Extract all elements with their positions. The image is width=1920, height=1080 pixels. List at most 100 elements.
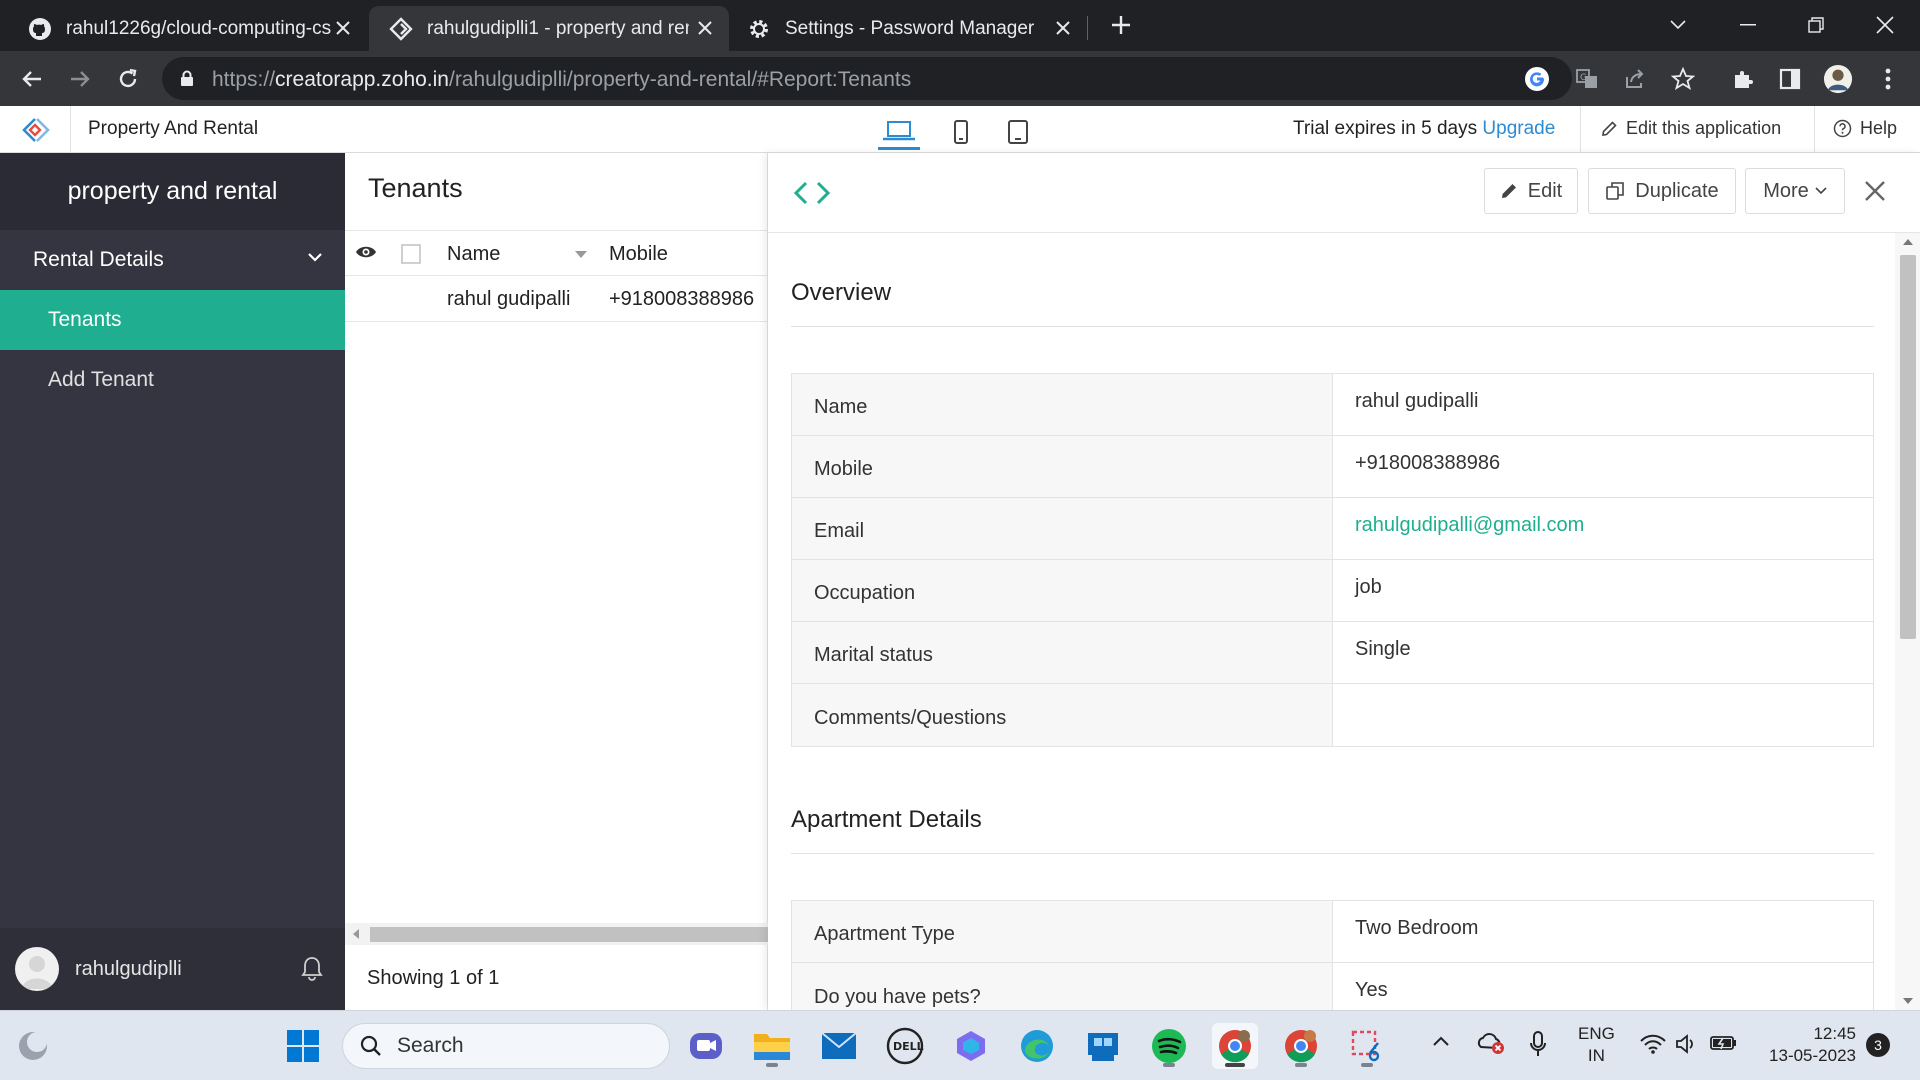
snipping-tool-icon[interactable] (1344, 1023, 1390, 1069)
close-tab-icon[interactable] (333, 18, 353, 38)
notification-badge[interactable]: 3 (1866, 1033, 1890, 1057)
column-header-mobile[interactable]: Mobile (609, 243, 668, 266)
browser-tab-github[interactable]: rahul1226g/cloud-computing-cs (0, 6, 367, 51)
field-label: Apartment Type (792, 901, 1333, 962)
chrome-icon[interactable] (1212, 1023, 1258, 1069)
copilot-icon[interactable] (948, 1023, 994, 1069)
detail-header: Edit Duplicate More (768, 153, 1920, 233)
field-row-email: Email rahulgudipalli@gmail.com (792, 498, 1873, 560)
field-value: rahul gudipalli (1355, 390, 1479, 412)
edge-browser-icon[interactable] (1014, 1023, 1060, 1069)
sidebar-item-tenants[interactable]: Tenants (0, 290, 345, 350)
volume-icon[interactable] (1675, 1033, 1697, 1055)
select-all-checkbox[interactable] (401, 244, 421, 264)
report-title: Tenants (368, 173, 463, 203)
close-icon[interactable] (1864, 180, 1886, 202)
wifi-icon[interactable] (1640, 1034, 1666, 1054)
share-icon[interactable] (1620, 64, 1650, 94)
eye-icon[interactable] (355, 244, 377, 260)
avatar[interactable] (15, 947, 59, 991)
scroll-left-icon[interactable] (353, 929, 359, 939)
apartment-fields: Apartment Type Two Bedroom Do you have pe… (791, 900, 1874, 1010)
bookmark-star-icon[interactable] (1668, 64, 1698, 94)
tablet-preview-icon[interactable] (1003, 114, 1033, 150)
meet-camera-icon[interactable] (683, 1023, 729, 1069)
help-button[interactable]: Help (1833, 118, 1897, 139)
github-icon (28, 17, 52, 41)
vertical-scrollbar[interactable] (1895, 233, 1920, 1010)
sidebar-item-add-tenant[interactable]: Add Tenant (0, 350, 345, 410)
minimize-icon[interactable] (1728, 10, 1768, 40)
report-table-header: Name Mobile (345, 230, 768, 276)
browser-toolbar: https://creatorapp.zoho.in/rahulgudiplli… (0, 51, 1920, 106)
running-indicator (766, 1063, 778, 1067)
store-icon[interactable] (1080, 1023, 1126, 1069)
scrollbar-thumb[interactable] (1900, 255, 1916, 639)
back-arrow-icon[interactable] (17, 64, 47, 94)
extensions-puzzle-icon[interactable] (1728, 64, 1758, 94)
scroll-up-icon[interactable] (1903, 239, 1913, 245)
address-bar[interactable]: https://creatorapp.zoho.in/rahulgudiplli… (162, 57, 1572, 100)
translate-icon[interactable]: G (1572, 64, 1602, 94)
field-value (1333, 684, 1873, 746)
lock-icon[interactable] (180, 70, 194, 87)
dell-icon[interactable]: DELL (882, 1023, 928, 1069)
duplicate-icon (1605, 181, 1625, 201)
forward-arrow-icon[interactable] (65, 64, 95, 94)
google-lens-icon[interactable] (1524, 66, 1550, 92)
running-indicator (1163, 1063, 1175, 1067)
reload-icon[interactable] (113, 64, 143, 94)
file-explorer-icon[interactable] (749, 1023, 795, 1069)
close-tab-icon[interactable] (1053, 18, 1073, 38)
new-tab-button[interactable] (1101, 10, 1141, 40)
windows-start-icon[interactable] (280, 1023, 326, 1069)
browser-tab-title: rahulgudiplli1 - property and ren (427, 17, 689, 39)
spotify-icon[interactable] (1146, 1023, 1192, 1069)
edit-button[interactable]: Edit (1484, 168, 1578, 214)
scrollbar-thumb[interactable] (370, 927, 768, 942)
chrome-profile-icon[interactable] (1278, 1023, 1324, 1069)
chevron-up-icon[interactable] (1432, 1035, 1450, 1047)
mail-icon[interactable] (816, 1023, 862, 1069)
duplicate-button[interactable]: Duplicate (1588, 168, 1736, 214)
tab-search-icon[interactable] (1658, 10, 1698, 40)
profile-avatar-icon[interactable] (1823, 64, 1853, 94)
input-language-indicator[interactable]: ENG IN (1578, 1023, 1615, 1067)
horizontal-scrollbar[interactable] (345, 923, 768, 945)
column-header-name[interactable]: Name (447, 243, 500, 266)
sidebar-section-rental-details[interactable]: Rental Details (0, 230, 345, 290)
field-row-mobile: Mobile +918008388986 (792, 436, 1873, 498)
sidebar-user[interactable]: rahulgudiplli (0, 928, 345, 1010)
close-tab-icon[interactable] (695, 18, 715, 38)
onedrive-error-icon[interactable] (1477, 1031, 1505, 1055)
cell-mobile: +918008388986 (609, 288, 755, 310)
navigate-records-icon[interactable] (793, 180, 831, 206)
widgets-icon[interactable] (10, 1023, 56, 1069)
field-label: Email (792, 498, 1333, 559)
side-panel-icon[interactable] (1775, 64, 1805, 94)
browser-tab-settings[interactable]: Settings - Password Manager (731, 6, 1087, 51)
scroll-down-icon[interactable] (1903, 998, 1913, 1004)
browser-menu-icon[interactable] (1873, 64, 1903, 94)
edit-application-button[interactable]: Edit this application (1600, 118, 1781, 139)
battery-charging-icon[interactable] (1710, 1035, 1738, 1051)
desktop-preview-icon[interactable] (878, 114, 920, 150)
tab-separator (1087, 16, 1088, 40)
taskbar-clock[interactable]: 12:45 13-05-2023 (1760, 1023, 1856, 1067)
close-window-icon[interactable] (1865, 10, 1905, 40)
restore-icon[interactable] (1796, 10, 1836, 40)
browser-tab-zoho[interactable]: rahulgudiplli1 - property and ren (369, 6, 729, 51)
phone-preview-icon[interactable] (946, 114, 976, 150)
zoho-creator-logo-icon[interactable] (22, 117, 50, 143)
table-row[interactable]: rahul gudipalli +918008388986 (345, 276, 768, 322)
more-button[interactable]: More (1745, 168, 1845, 214)
taskbar-search-box[interactable]: Search (342, 1023, 670, 1069)
email-link[interactable]: rahulgudipalli@gmail.com (1333, 498, 1873, 559)
field-row-comments: Comments/Questions (792, 684, 1873, 746)
microphone-icon[interactable] (1529, 1030, 1547, 1058)
field-label: Comments/Questions (792, 684, 1333, 746)
bell-icon[interactable] (301, 955, 323, 981)
url-text[interactable]: https://creatorapp.zoho.in/rahulgudiplli… (212, 68, 911, 92)
sort-caret-icon[interactable] (575, 251, 587, 258)
upgrade-link[interactable]: Upgrade (1482, 118, 1555, 139)
